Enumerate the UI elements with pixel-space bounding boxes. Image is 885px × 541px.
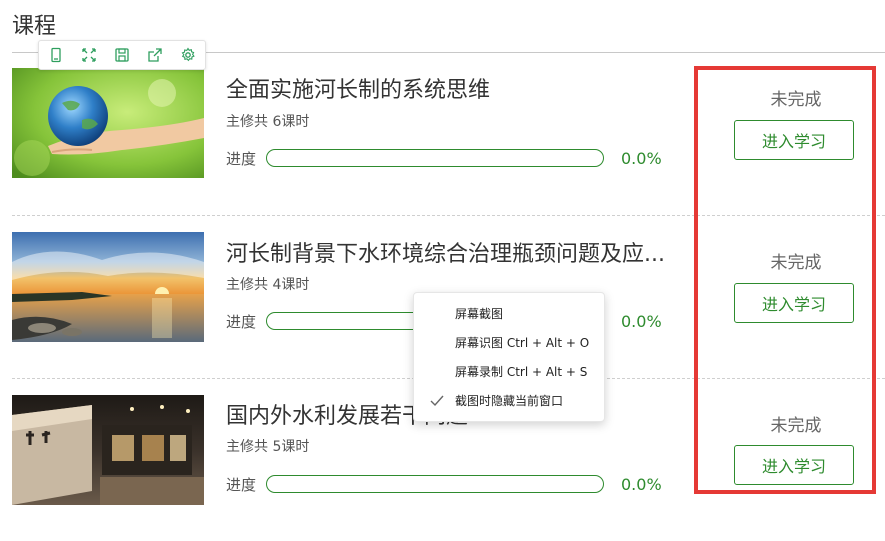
tablet-icon[interactable] [45, 44, 67, 66]
menu-item-label: 屏幕识图 Ctrl + Alt + O [455, 336, 590, 350]
course-item: 全面实施河长制的系统思维 主修共 6课时 进度 0.0% 未完成 进入学习 [0, 52, 885, 215]
status-text: 未完成 [770, 416, 822, 436]
enter-study-button[interactable]: 进入学习 [734, 120, 854, 160]
screenshot-context-menu: 屏幕截图 屏幕识图 Ctrl + Alt + O 屏幕录制 Ctrl + Alt… [413, 292, 605, 422]
progress-bar [266, 475, 604, 493]
course-lesson-count: 主修共 5课时 [226, 439, 310, 455]
menu-item-screen-recording[interactable]: 屏幕录制 Ctrl + Alt + S [414, 358, 604, 386]
lake-sunset-image[interactable] [12, 232, 204, 342]
progress-bar [266, 149, 604, 167]
menu-item-screen-recognition[interactable]: 屏幕识图 Ctrl + Alt + O [414, 329, 604, 357]
status-text: 未完成 [770, 90, 822, 110]
progress-label: 进度 [226, 313, 257, 331]
menu-item-label: 截图时隐藏当前窗口 [455, 394, 564, 408]
progress-percent: 0.0% [621, 149, 662, 168]
save-icon[interactable] [111, 44, 133, 66]
enter-study-button[interactable]: 进入学习 [734, 445, 854, 485]
earth-in-hand-image[interactable] [12, 68, 204, 178]
water-museum-picture [12, 395, 204, 505]
lake-sunset-picture [12, 232, 204, 342]
course-lesson-count: 主修共 4课时 [226, 277, 310, 293]
course-title[interactable]: 全面实施河长制的系统思维 [226, 76, 490, 106]
progress-percent: 0.0% [621, 312, 662, 331]
progress-label: 进度 [226, 476, 257, 494]
progress-label: 进度 [226, 150, 257, 168]
course-title[interactable]: 河长制背景下水环境综合治理瓶颈问题及应... [226, 240, 665, 270]
page-title: 课程 [12, 14, 57, 39]
earth-in-hand-picture [12, 68, 204, 178]
image-toolbar [38, 40, 206, 70]
fullscreen-icon[interactable] [78, 44, 100, 66]
course-lesson-count: 主修共 6课时 [226, 114, 310, 130]
water-museum-image[interactable] [12, 395, 204, 505]
share-icon[interactable] [144, 44, 166, 66]
menu-item-label: 屏幕录制 Ctrl + Alt + S [455, 365, 588, 379]
menu-item-label: 屏幕截图 [455, 307, 504, 321]
progress-percent: 0.0% [621, 475, 662, 494]
enter-study-button[interactable]: 进入学习 [734, 283, 854, 323]
menu-item-hide-window[interactable]: 截图时隐藏当前窗口 [414, 387, 604, 415]
settings-icon[interactable] [177, 44, 199, 66]
menu-item-screenshot[interactable]: 屏幕截图 [414, 300, 604, 328]
status-text: 未完成 [770, 253, 822, 273]
checkmark-icon [430, 395, 444, 407]
